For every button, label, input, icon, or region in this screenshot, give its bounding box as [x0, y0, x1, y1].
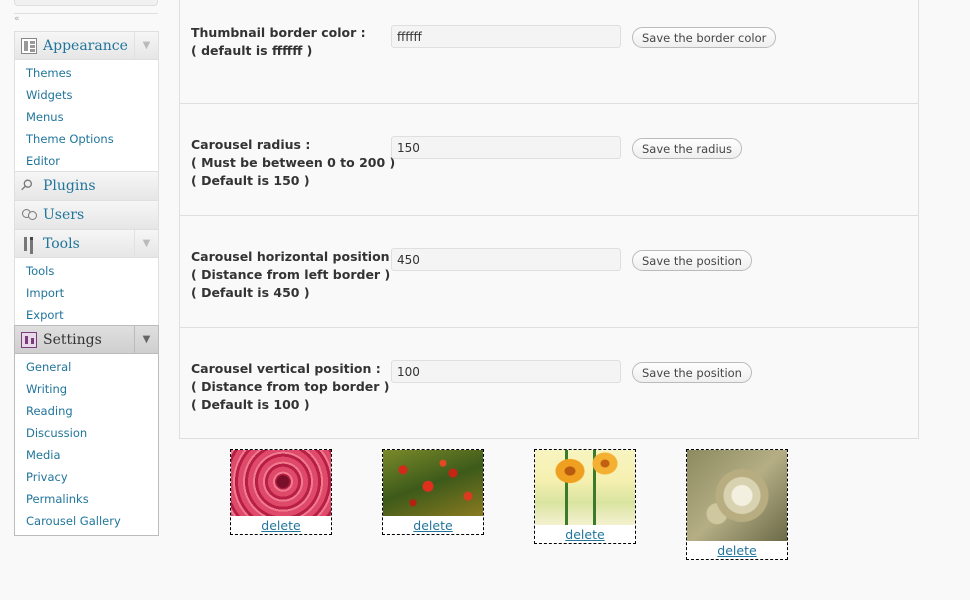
submenu-item-carousel-gallery[interactable]: Carousel Gallery — [15, 510, 158, 532]
submenu-link-permalinks[interactable]: Permalinks — [26, 492, 89, 506]
carousel-settings-panel: Thumbnail border color : ( default is ff… — [179, 0, 919, 439]
delete-thumbnail-link[interactable]: delete — [687, 543, 787, 559]
submenu-link-theme-options[interactable]: Theme Options — [26, 132, 114, 146]
chevron-down-icon[interactable]: ▼ — [134, 230, 158, 257]
submenu-link-media[interactable]: Media — [26, 448, 61, 462]
option-row-vertical-position: Carousel vertical position : ( Distance … — [180, 328, 918, 439]
menu-title-plugins[interactable]: Plugins — [43, 178, 96, 194]
menu-head-users[interactable]: Users — [15, 201, 158, 229]
submenu-item-discussion[interactable]: Discussion — [15, 422, 158, 444]
submenu-item-export[interactable]: Export — [15, 304, 158, 326]
menu-appearance: Appearance ▼ Themes Widgets Menus Theme … — [14, 31, 159, 176]
thumbnail-image-poppy — [383, 450, 483, 516]
menu-head-settings[interactable]: Settings ▼ — [15, 326, 158, 354]
submenu-link-privacy[interactable]: Privacy — [26, 470, 68, 484]
gallery-thumbnail: delete — [534, 449, 636, 544]
submenu-item-themes[interactable]: Themes — [15, 62, 158, 84]
delete-thumbnail-link[interactable]: delete — [383, 518, 483, 534]
appearance-icon — [21, 37, 37, 54]
search-box-stub[interactable] — [14, 0, 158, 6]
submenu-link-discussion[interactable]: Discussion — [26, 426, 87, 440]
submenu-link-editor[interactable]: Editor — [26, 154, 60, 168]
menu-title-settings[interactable]: Settings — [43, 332, 102, 348]
submenu-link-reading[interactable]: Reading — [26, 404, 73, 418]
option-label-radius: Carousel radius : ( Must be between 0 to… — [191, 137, 396, 188]
submenu-item-reading[interactable]: Reading — [15, 400, 158, 422]
submenu-item-media[interactable]: Media — [15, 444, 158, 466]
menu-settings: Settings ▼ General Writing Reading Discu… — [14, 325, 159, 536]
menu-tools: Tools ▼ Tools Import Export — [14, 229, 159, 330]
menu-title-tools[interactable]: Tools — [43, 236, 80, 252]
option-label-border-color: Thumbnail border color : ( default is ff… — [191, 25, 366, 58]
submenu-link-general[interactable]: General — [26, 360, 71, 374]
menu-users: Users — [14, 200, 159, 230]
menu-title-appearance[interactable]: Appearance — [43, 38, 128, 54]
submenu-link-tools[interactable]: Tools — [26, 264, 54, 278]
submenu-item-writing[interactable]: Writing — [15, 378, 158, 400]
submenu-item-permalinks[interactable]: Permalinks — [15, 488, 158, 510]
submenu-link-carousel-gallery[interactable]: Carousel Gallery — [26, 514, 121, 528]
gallery-thumbnail: delete — [230, 449, 332, 535]
submenu-item-menus[interactable]: Menus — [15, 106, 158, 128]
delete-thumbnail-link[interactable]: delete — [535, 527, 635, 543]
save-vertical-position-button[interactable]: Save the position — [632, 362, 752, 383]
menu-head-tools[interactable]: Tools ▼ — [15, 230, 158, 258]
collapse-arrow-icon[interactable]: « — [14, 14, 20, 24]
radius-input[interactable] — [391, 136, 621, 159]
chevron-down-icon[interactable]: ▼ — [134, 32, 158, 59]
submenu-item-general[interactable]: General — [15, 356, 158, 378]
save-radius-button[interactable]: Save the radius — [632, 138, 742, 159]
submenu-item-theme-options[interactable]: Theme Options — [15, 128, 158, 150]
submenu-item-editor[interactable]: Editor — [15, 150, 158, 172]
plugin-icon — [21, 178, 37, 194]
chevron-down-icon[interactable]: ▼ — [134, 326, 158, 353]
submenu-item-import[interactable]: Import — [15, 282, 158, 304]
menu-head-plugins[interactable]: Plugins — [15, 172, 158, 200]
users-icon — [21, 207, 37, 223]
border-color-input[interactable] — [391, 25, 621, 48]
option-label-horizontal-position: Carousel horizontal position : ( Distanc… — [191, 249, 399, 300]
collapse-menu-icon[interactable]: « — [14, 13, 158, 25]
option-row-horizontal-position: Carousel horizontal position : ( Distanc… — [180, 216, 918, 328]
tools-icon — [21, 236, 37, 254]
submenu-item-privacy[interactable]: Privacy — [15, 466, 158, 488]
menu-head-appearance[interactable]: Appearance ▼ — [15, 32, 158, 60]
thumbnail-image-rose — [231, 450, 331, 516]
save-border-color-button[interactable]: Save the border color — [632, 27, 777, 48]
submenu-link-writing[interactable]: Writing — [26, 382, 67, 396]
submenu-item-tools[interactable]: Tools — [15, 260, 158, 282]
settings-icon — [21, 331, 37, 348]
horizontal-position-input[interactable] — [391, 248, 621, 271]
save-horizontal-position-button[interactable]: Save the position — [632, 250, 752, 271]
option-row-radius: Carousel radius : ( Must be between 0 to… — [180, 104, 918, 216]
submenu-link-import[interactable]: Import — [26, 286, 64, 300]
menu-plugins: Plugins — [14, 171, 159, 201]
thumbnail-image-chrysanthemum — [687, 450, 787, 541]
submenu-link-menus[interactable]: Menus — [26, 110, 64, 124]
menu-title-users[interactable]: Users — [43, 207, 84, 223]
option-label-vertical-position: Carousel vertical position : ( Distance … — [191, 361, 390, 412]
submenu-link-widgets[interactable]: Widgets — [26, 88, 73, 102]
thumbnail-image-gerbera — [535, 450, 635, 525]
submenu-link-themes[interactable]: Themes — [26, 66, 72, 80]
gallery-thumbnail: delete — [686, 449, 788, 560]
gallery-thumbnail: delete — [382, 449, 484, 535]
submenu-link-export[interactable]: Export — [26, 308, 64, 322]
submenu-item-widgets[interactable]: Widgets — [15, 84, 158, 106]
delete-thumbnail-link[interactable]: delete — [231, 518, 331, 534]
vertical-position-input[interactable] — [391, 360, 621, 383]
option-row-border-color: Thumbnail border color : ( default is ff… — [180, 0, 918, 104]
